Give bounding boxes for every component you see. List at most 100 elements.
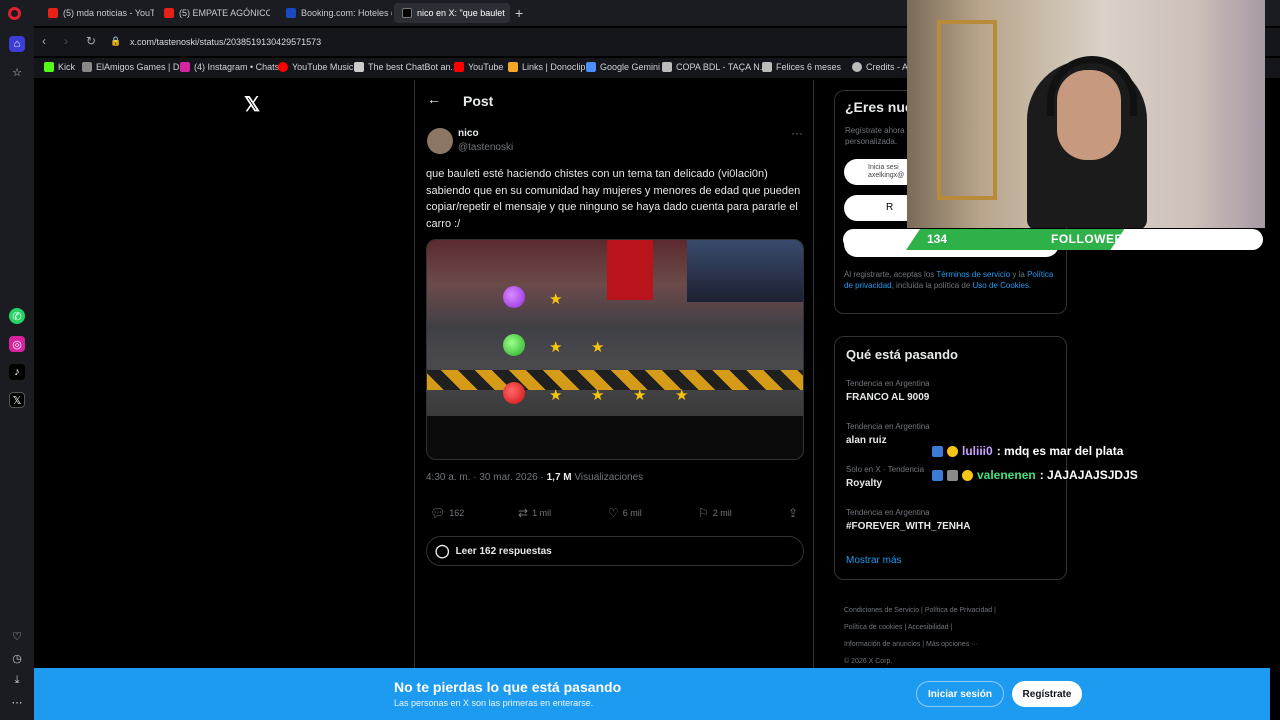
bookmark-gemini[interactable]: Google Gemini: [586, 62, 660, 72]
instagram-icon[interactable]: ◎: [9, 336, 25, 352]
trend-context: Tendencia en Argentina: [846, 508, 930, 517]
download-icon[interactable]: ⤓: [9, 672, 25, 688]
url-field[interactable]: x.com/tastenoski/status/2038519130429571…: [130, 37, 321, 47]
bookmark-label: Google Gemini: [600, 62, 661, 72]
tab-label: (5) mda noticias - YouTub: [63, 8, 154, 18]
post-header: ← Post: [415, 80, 813, 122]
back-icon[interactable]: ‹: [42, 34, 46, 48]
browser-sidebar: ⌂ ☆ ✆ ◎ ♪ 𝕏 ♡ ◷ ⤓ ⋯: [0, 26, 34, 720]
instagram-icon: [180, 62, 190, 72]
video-webcam-inset: [687, 240, 803, 302]
star-icon[interactable]: ☆: [9, 64, 25, 80]
tweet-timestamp[interactable]: 4:30 a. m. · 30 mar. 2026 ·: [426, 472, 547, 483]
reply-button[interactable]: 💬︎ 162: [430, 506, 464, 520]
whatsapp-icon[interactable]: ✆: [9, 308, 25, 324]
home-icon[interactable]: ⌂: [9, 36, 25, 52]
bookmark-felices[interactable]: Felices 6 meses: [762, 62, 841, 72]
author-name[interactable]: nico: [458, 128, 479, 139]
bookmark-copa-bdl[interactable]: COPA BDL - TAÇA N...: [662, 62, 767, 72]
bookmark-youtube[interactable]: YouTube: [454, 62, 503, 72]
post-column: ← Post nico @tastenoski ··· que bauleti …: [414, 80, 814, 670]
author-handle[interactable]: @tastenoski: [458, 142, 513, 153]
bookmark-youtube-music[interactable]: YouTube Music: [278, 62, 353, 72]
tab-booking[interactable]: Booking.com: Hoteles en: [278, 3, 392, 23]
trend-item[interactable]: Tendencia en Argentina alan ruiz: [846, 422, 930, 446]
terms-text: , incluida la política de: [891, 281, 973, 290]
reload-icon[interactable]: ↻: [86, 34, 96, 48]
page-title: Post: [463, 93, 494, 109]
more-options-icon[interactable]: ···: [791, 126, 803, 140]
copyright: © 2026 X Corp.: [844, 658, 893, 665]
terms-text: Al registrarte, aceptas los: [844, 270, 937, 279]
like-count: 6 mil: [622, 508, 642, 518]
youtube-icon: [454, 62, 464, 72]
bookmark-chatbot[interactable]: The best ChatBot an...: [354, 62, 458, 72]
like-button[interactable]: ♡ 6 mil: [608, 506, 642, 520]
game-red-block: [607, 240, 653, 300]
tweet-media-video[interactable]: ★ ★ ★ ★ ★ ★ ★: [426, 239, 804, 460]
trend-item[interactable]: Tendencia en Argentina #FOREVER_WITH_7EN…: [846, 508, 970, 532]
bookmark-button[interactable]: ⚐ 2 mil: [698, 506, 732, 520]
repost-count: 1 mil: [532, 508, 552, 518]
views-count: 1,7 M: [546, 472, 572, 483]
repost-icon: ⇄: [518, 506, 529, 520]
x-icon: [402, 8, 412, 18]
bookmark-instagram[interactable]: (4) Instagram • Chats: [180, 62, 279, 72]
history-icon[interactable]: ◷: [9, 650, 25, 666]
chat-username: luliii0: [962, 444, 993, 458]
read-replies-button[interactable]: ◯ Leer 162 respuestas: [426, 536, 804, 566]
badge-icon: [947, 469, 958, 481]
red-ball: [503, 382, 525, 404]
footer-link[interactable]: Más opciones ···: [926, 641, 978, 648]
x-logo-icon[interactable]: 𝕏: [244, 92, 260, 117]
tab-label: nico en X: "que baulet: [417, 8, 505, 18]
opera-logo-icon[interactable]: [8, 7, 21, 20]
footer-link[interactable]: Accesibilidad: [908, 624, 949, 631]
reply-count: 162: [449, 508, 465, 518]
trend-item[interactable]: Solo en X · Tendencia Royalty: [846, 465, 924, 489]
bookmark-credits[interactable]: Credits - Ax: [852, 62, 913, 72]
share-button[interactable]: ⇪: [788, 506, 798, 520]
heart-icon[interactable]: ♡: [9, 628, 25, 644]
footer-link[interactable]: Información de anuncios: [844, 641, 920, 648]
repost-button[interactable]: ⇄ 1 mil: [518, 506, 551, 520]
show-more-link[interactable]: Mostrar más: [846, 555, 902, 566]
elamigos-icon: [82, 62, 92, 72]
bookmark-kick[interactable]: Kick: [44, 62, 75, 72]
tab-youtube-empate[interactable]: (5) EMPATE AGÓNICO vs.: [156, 3, 270, 23]
bookmark-count: 2 mil: [712, 508, 732, 518]
star-icon: ★: [591, 387, 605, 404]
cookies-link[interactable]: Uso de Cookies: [973, 281, 1029, 290]
hazard-stripe: [427, 370, 803, 390]
bookmark-donoclip[interactable]: Links | Donoclip: [508, 62, 585, 72]
footer-link[interactable]: Condiciones de Servicio: [844, 607, 919, 614]
login-button[interactable]: Iniciar sesión: [916, 681, 1004, 707]
youtube-music-icon: [278, 62, 288, 72]
kick-icon: [44, 62, 54, 72]
folder-icon: [762, 62, 772, 72]
new-tab-button[interactable]: +: [515, 5, 523, 21]
star-icon: ★: [549, 291, 563, 308]
back-arrow-icon[interactable]: ←: [427, 91, 441, 107]
trend-item[interactable]: Tendencia en Argentina FRANCO AL 9009: [846, 379, 930, 403]
terms-link[interactable]: Términos de servicio: [936, 270, 1010, 279]
trend-name: Royalty: [846, 478, 883, 489]
x-icon[interactable]: 𝕏: [9, 392, 25, 408]
webcam-shelf: [937, 20, 997, 200]
avatar[interactable]: [427, 128, 453, 154]
footer-link[interactable]: Política de Privacidad: [925, 607, 992, 614]
register-button[interactable]: Regístrate: [1012, 681, 1082, 707]
bookmark-label: The best ChatBot an...: [368, 62, 459, 72]
tab-label: Booking.com: Hoteles en: [301, 8, 392, 18]
forward-icon[interactable]: ›: [64, 34, 68, 48]
tab-youtube-noticias[interactable]: (5) mda noticias - YouTub: [40, 3, 154, 23]
tiktok-icon[interactable]: ♪: [9, 364, 25, 380]
tab-x-post[interactable]: nico en X: "que baulet: [394, 3, 510, 23]
bookmark-elamigos[interactable]: ElAmigos Games | D...: [82, 62, 187, 72]
star-icon: ★: [591, 339, 605, 356]
purple-ball: [503, 286, 525, 308]
more-options-icon[interactable]: ⋯: [9, 694, 25, 710]
badge-icon: [947, 445, 958, 457]
footer-link[interactable]: Política de cookies: [844, 624, 902, 631]
followers-current: 134: [927, 232, 948, 246]
